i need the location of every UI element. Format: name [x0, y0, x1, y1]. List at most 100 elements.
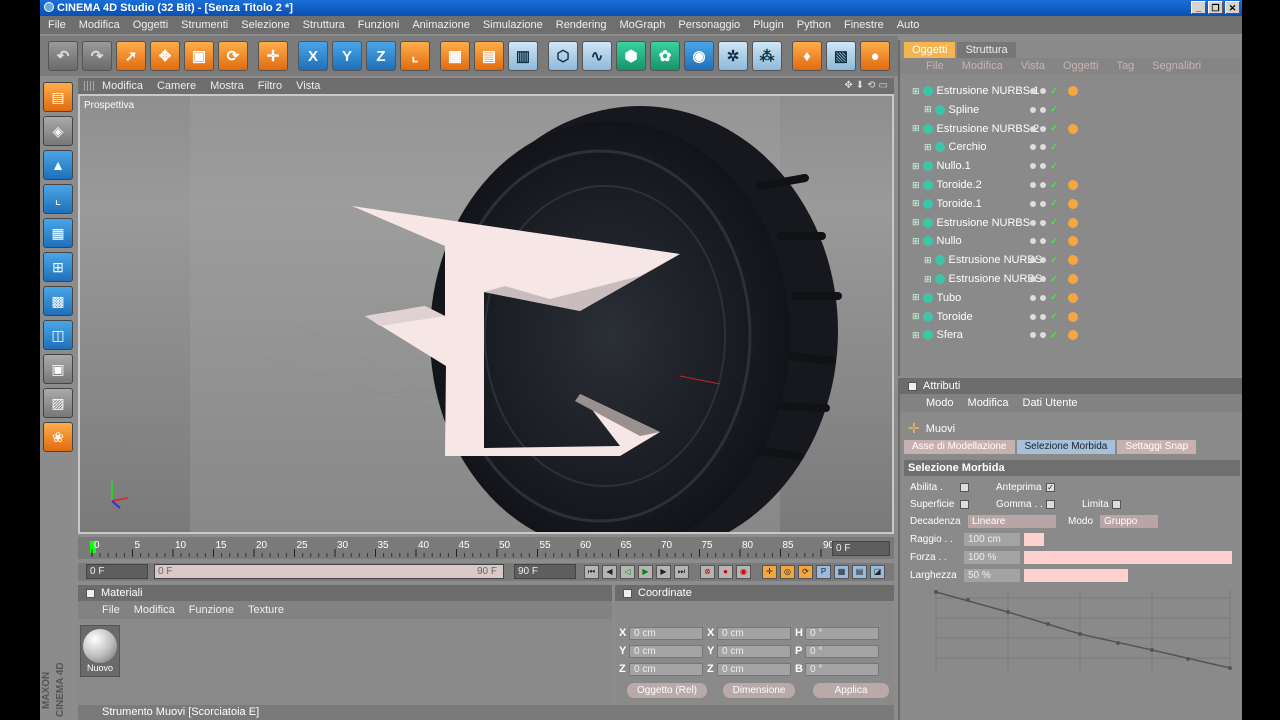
dolly-icon[interactable]: ⬇ [856, 80, 864, 91]
menu-file[interactable]: File [48, 19, 66, 31]
object-row[interactable]: ⊞ Spline ✓ [904, 101, 1240, 119]
tab-asse-modellazione[interactable]: Asse di Modellazione [904, 440, 1015, 454]
redo-icon[interactable]: ↷ [82, 41, 112, 71]
visibility-dot-icon[interactable] [1030, 106, 1036, 113]
expand-icon[interactable]: ⊞ [912, 161, 920, 172]
anteprima-checkbox[interactable]: ✓ [1046, 483, 1055, 492]
play-back-icon[interactable]: ◁ [620, 565, 635, 579]
mat-menu-texture[interactable]: Texture [248, 604, 284, 616]
size-x-field[interactable]: 0 cm [717, 626, 791, 640]
object-row[interactable]: ⊞ Toroide.1 ✓ [904, 195, 1240, 213]
mat-menu-modifica[interactable]: Modifica [134, 604, 175, 616]
texture-mode-icon[interactable]: ▦ [43, 218, 73, 248]
key-param-icon[interactable]: P [816, 565, 831, 579]
deformer-icon[interactable]: ◉ [684, 41, 714, 71]
superficie-checkbox[interactable] [960, 500, 969, 509]
visibility-flags[interactable]: ✓ [1030, 198, 1058, 209]
enabled-check-icon[interactable]: ✓ [1050, 180, 1058, 191]
vp-menu-vista[interactable]: Vista [296, 80, 320, 92]
menu-selezione[interactable]: Selezione [241, 19, 289, 31]
visibility-dot-icon[interactable] [1030, 144, 1036, 151]
visibility-flags[interactable]: ✓ [1030, 180, 1058, 191]
phong-tag-icon[interactable] [1068, 217, 1078, 228]
position-y-field[interactable]: 0 cm [629, 644, 703, 658]
enabled-check-icon[interactable]: ✓ [1050, 292, 1058, 303]
tab-settaggi-snap[interactable]: Settaggi Snap [1117, 440, 1197, 454]
grip-icon[interactable] [84, 81, 94, 91]
render-settings-icon[interactable]: ▥ [508, 41, 538, 71]
visibility-flags[interactable]: ✓ [1030, 292, 1058, 303]
maximize-button[interactable]: ❐ [1208, 1, 1223, 14]
spline-icon[interactable]: ∿ [582, 41, 612, 71]
modo-dropdown[interactable]: Gruppo [1100, 515, 1158, 528]
key-selection-icon[interactable]: ◉ [736, 565, 751, 579]
render-dot-icon[interactable] [1040, 106, 1046, 113]
visibility-flags[interactable]: ✓ [1030, 86, 1058, 97]
workplane-icon[interactable]: ◈ [43, 116, 73, 146]
menu-finestre[interactable]: Finestre [844, 19, 884, 31]
visibility-dot-icon[interactable] [1030, 276, 1036, 282]
position-z-field[interactable]: 0 cm [629, 662, 703, 676]
enabled-check-icon[interactable]: ✓ [1050, 198, 1058, 209]
render-dot-icon[interactable] [1040, 313, 1046, 320]
expand-icon[interactable]: ⊞ [912, 198, 920, 209]
visibility-flags[interactable]: ✓ [1030, 217, 1058, 228]
size-y-field[interactable]: 0 cm [717, 644, 791, 658]
forza-slider[interactable] [1024, 551, 1232, 564]
end-frame-field[interactable]: 90 F [514, 564, 576, 579]
vp-menu-mostra[interactable]: Mostra [210, 80, 244, 92]
visibility-dot-icon[interactable] [1030, 200, 1036, 207]
material-swatch[interactable]: Nuovo [80, 625, 120, 677]
mat-menu-file[interactable]: File [102, 604, 120, 616]
cube-icon[interactable]: ⬡ [548, 41, 578, 71]
menu-struttura[interactable]: Struttura [303, 19, 345, 31]
coord-mode-dropdown[interactable]: Oggetto (Rel) [627, 683, 707, 698]
object-row[interactable]: ⊞ Toroide ✓ [904, 308, 1240, 326]
interp-icon[interactable]: ▤ [852, 565, 867, 579]
expand-icon[interactable]: ⊞ [912, 236, 920, 247]
move-icon[interactable]: ✥ [150, 41, 180, 71]
timeline[interactable]: 0 5 10 15 20 25 30 35 40 45 50 55 60 65 70 75 80 85 90 0 F [78, 537, 894, 559]
object-row[interactable]: ⊞ Estrusione NURBS.1 ✓ [904, 82, 1240, 100]
scene-icon[interactable]: ✲ [718, 41, 748, 71]
menu-rendering[interactable]: Rendering [556, 19, 607, 31]
menu-oggetti[interactable]: Oggetti [133, 19, 168, 31]
record-keys-icon[interactable]: ⊗ [700, 565, 715, 579]
expand-icon[interactable]: ⊞ [924, 255, 932, 266]
object-row[interactable]: ⊞ Nullo ✓ [904, 232, 1240, 250]
expand-icon[interactable]: ⊞ [924, 142, 932, 153]
scale-icon[interactable]: ▣ [184, 41, 214, 71]
object-row[interactable]: ⊞ Estrusione NURBS ✓ [904, 214, 1240, 232]
position-x-field[interactable]: 0 cm [629, 626, 703, 640]
render-dot-icon[interactable] [1040, 163, 1046, 170]
y-axis-icon[interactable]: Y [332, 41, 362, 71]
key-rot-icon[interactable]: ⟳ [798, 565, 813, 579]
record-icon[interactable]: ● [860, 41, 890, 71]
perspective-viewport[interactable]: Prospettiva [78, 94, 894, 534]
larghezza-slider[interactable] [1024, 569, 1128, 582]
rotate-icon[interactable]: ⟳ [218, 41, 248, 71]
rotation-h-field[interactable]: 0 ° [805, 626, 879, 640]
sculpt-icon[interactable]: ❀ [43, 422, 73, 452]
object-row[interactable]: ⊞ Estrusione NURBS ✓ [904, 270, 1240, 288]
obj-menu-vista[interactable]: Vista [1021, 60, 1045, 72]
render-dot-icon[interactable] [1040, 294, 1046, 301]
go-end-icon[interactable]: ⏭ [674, 565, 689, 579]
array-icon[interactable]: ✿ [650, 41, 680, 71]
dimension-dropdown[interactable]: Dimensione [723, 683, 795, 698]
menu-funzioni[interactable]: Funzioni [358, 19, 400, 31]
maximize-view-icon[interactable]: ▭ [879, 80, 888, 91]
expand-icon[interactable]: ⊞ [912, 330, 920, 341]
current-frame-field[interactable]: 0 F [832, 541, 890, 556]
attr-menu-modo[interactable]: Modo [926, 397, 954, 409]
limita-checkbox[interactable] [1112, 500, 1121, 509]
phong-tag-icon[interactable] [1068, 292, 1078, 303]
obj-menu-tag[interactable]: Tag [1116, 60, 1134, 72]
enabled-check-icon[interactable]: ✓ [1050, 217, 1058, 228]
expand-icon[interactable]: ⊞ [924, 104, 932, 115]
object-mode-icon[interactable]: ⌞ [43, 184, 73, 214]
visibility-dot-icon[interactable] [1030, 163, 1036, 170]
timeline-settings-icon[interactable]: ◪ [870, 565, 885, 579]
gomma-checkbox[interactable] [1046, 500, 1055, 509]
next-key-icon[interactable]: ▶ [656, 565, 671, 579]
